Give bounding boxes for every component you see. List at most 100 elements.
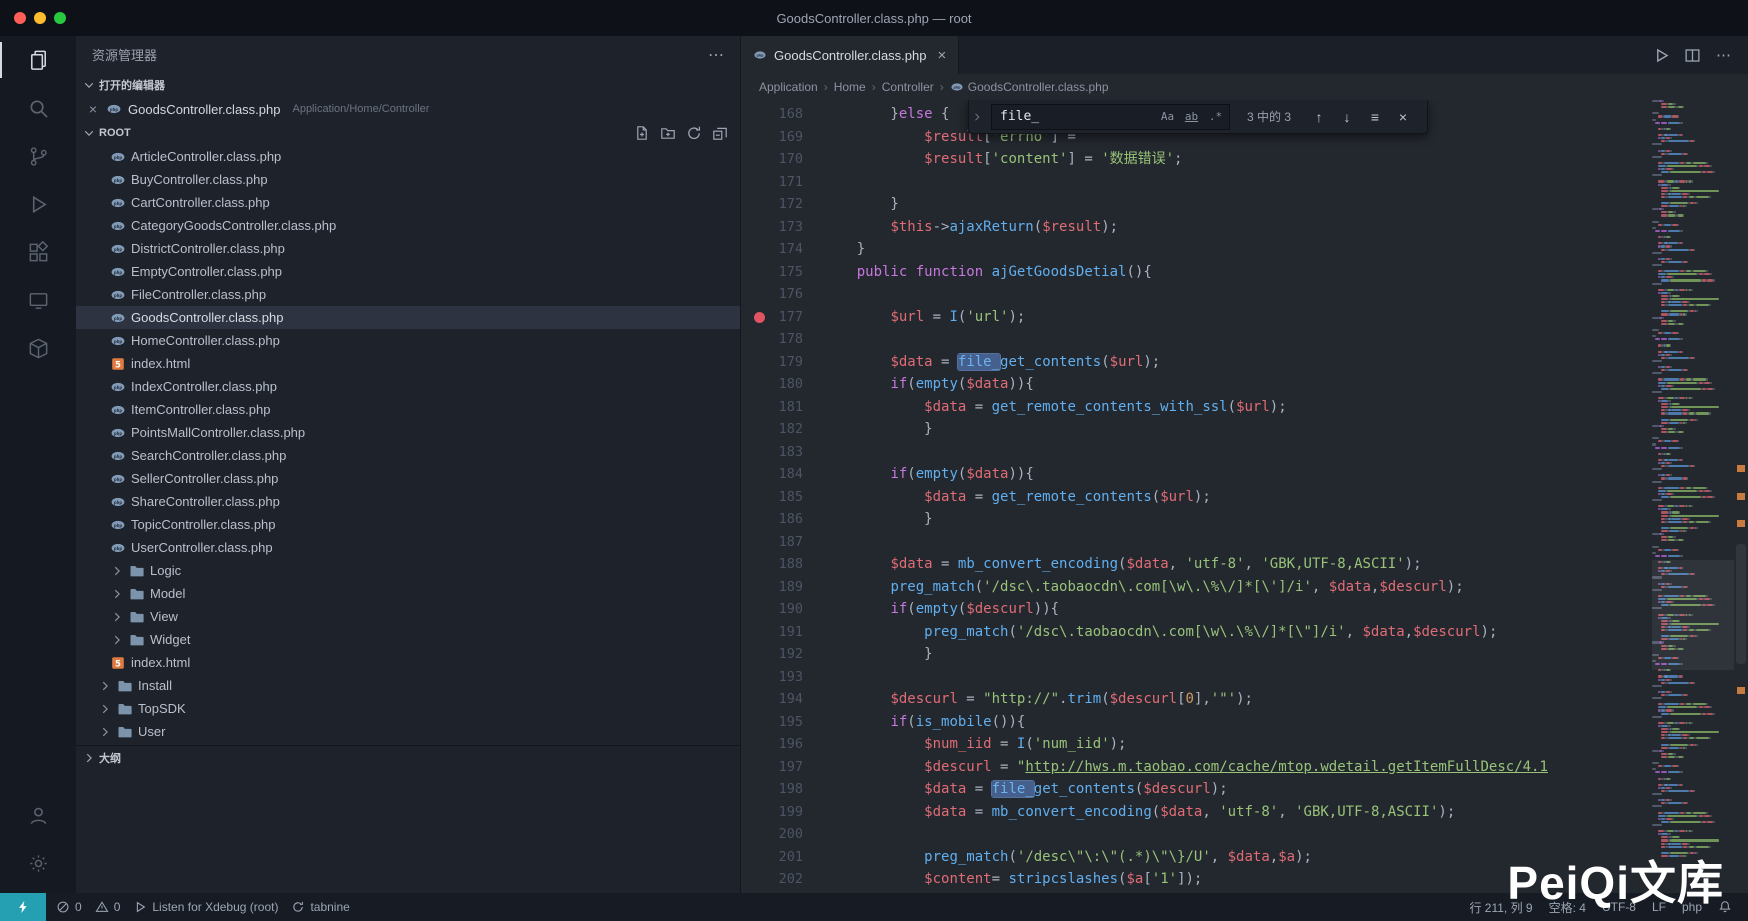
code-text[interactable]: preg_match('/dsc\.taobaocdn\.com[\w\.\%\…: [823, 621, 1497, 644]
code-text[interactable]: }: [823, 418, 933, 441]
tree-item-Logic[interactable]: Logic: [76, 559, 740, 582]
breakpoint-dot[interactable]: [754, 312, 765, 323]
activity-bar-search[interactable]: [0, 84, 76, 132]
breadcrumb-item[interactable]: Application: [759, 80, 818, 94]
outline-header[interactable]: 大纲: [76, 745, 740, 770]
line-number[interactable]: 187: [741, 531, 823, 554]
code-text[interactable]: $url = I('url');: [823, 306, 1025, 329]
status-tabnine[interactable]: tabnine: [291, 900, 349, 914]
code-text[interactable]: $num_iid = I('num_iid');: [823, 733, 1126, 756]
line-number[interactable]: 171: [741, 171, 823, 194]
code-text[interactable]: if(empty($descurl)){: [823, 598, 1059, 621]
code-text[interactable]: $descurl = "http://".trim($descurl[0],'"…: [823, 688, 1253, 711]
line-number[interactable]: 179: [741, 351, 823, 374]
tab-goodscontroller[interactable]: php GoodsController.class.php ×: [741, 36, 959, 74]
line-number[interactable]: 196: [741, 733, 823, 756]
tree-item-ArticleController.class.php[interactable]: phpArticleController.class.php: [76, 145, 740, 168]
code-text[interactable]: $data = file_get_contents($descurl);: [823, 778, 1228, 801]
previous-match-button[interactable]: ↑: [1308, 106, 1330, 128]
code-text[interactable]: [823, 823, 831, 846]
code-text[interactable]: }else {: [823, 103, 949, 126]
close-editor-icon[interactable]: ×: [86, 102, 100, 116]
tree-item-SearchController.class.php[interactable]: phpSearchController.class.php: [76, 444, 740, 467]
code-text[interactable]: [823, 283, 831, 306]
more-actions-button[interactable]: ⋯: [1715, 47, 1732, 64]
code-text[interactable]: $data = get_remote_contents_with_ssl($ur…: [823, 396, 1287, 419]
code-text[interactable]: if(is_mobile()){: [823, 711, 1025, 734]
line-number[interactable]: 194: [741, 688, 823, 711]
minimap-slider[interactable]: [1652, 560, 1734, 670]
line-number[interactable]: 181: [741, 396, 823, 419]
activity-bar-package[interactable]: [0, 324, 76, 372]
tree-item-View[interactable]: View: [76, 605, 740, 628]
scrollbar-thumb[interactable]: [1736, 544, 1746, 664]
line-number[interactable]: 180: [741, 373, 823, 396]
line-number[interactable]: 172: [741, 193, 823, 216]
status-xdebug[interactable]: Listen for Xdebug (root): [133, 900, 278, 914]
line-number[interactable]: 176: [741, 283, 823, 306]
title-bar[interactable]: GoodsController.class.php — root: [0, 0, 1748, 36]
tree-item-UserController.class.php[interactable]: phpUserController.class.php: [76, 536, 740, 559]
tree-item-ItemController.class.php[interactable]: phpItemController.class.php: [76, 398, 740, 421]
activity-bar-run-debug[interactable]: [0, 180, 76, 228]
open-editors-header[interactable]: 打开的编辑器: [76, 73, 740, 97]
new-file-icon[interactable]: [634, 125, 650, 141]
activity-bar-explorer[interactable]: [0, 36, 76, 84]
code-text[interactable]: [823, 666, 831, 689]
code-text[interactable]: $this->ajaxReturn($result);: [823, 216, 1118, 239]
editor-scrollbar[interactable]: [1734, 100, 1748, 893]
find-input[interactable]: file_ Aa ab .*: [991, 104, 1230, 130]
line-number[interactable]: 174: [741, 238, 823, 261]
code-text[interactable]: [823, 531, 831, 554]
close-tab-icon[interactable]: ×: [937, 47, 946, 64]
match-case-toggle[interactable]: Aa: [1158, 107, 1177, 126]
tree-item-CartController.class.php[interactable]: phpCartController.class.php: [76, 191, 740, 214]
activity-bar-extensions[interactable]: [0, 228, 76, 276]
refresh-icon[interactable]: [686, 125, 702, 141]
code-text[interactable]: public function ajGetGoodsDetial(){: [823, 261, 1152, 284]
activity-bar-source-control[interactable]: [0, 132, 76, 180]
line-number[interactable]: 169: [741, 126, 823, 149]
code-text[interactable]: $data = file_get_contents($url);: [823, 351, 1160, 374]
tree-item-CategoryGoodsController.class.php[interactable]: phpCategoryGoodsController.class.php: [76, 214, 740, 237]
line-number[interactable]: 193: [741, 666, 823, 689]
code-text[interactable]: $data = get_remote_contents($url);: [823, 486, 1211, 509]
code-text[interactable]: $data = mb_convert_encoding($data, 'utf-…: [823, 801, 1455, 824]
line-number[interactable]: 189: [741, 576, 823, 599]
line-number[interactable]: 168: [741, 103, 823, 126]
code-text[interactable]: [823, 328, 831, 351]
line-number[interactable]: 188: [741, 553, 823, 576]
tree-item-User[interactable]: User: [76, 720, 740, 743]
activity-bar-remote[interactable]: [0, 276, 76, 324]
close-find-button[interactable]: ×: [1392, 106, 1414, 128]
line-number[interactable]: 200: [741, 823, 823, 846]
code-text[interactable]: }: [823, 193, 899, 216]
code-text[interactable]: $content= stripcslashes($a['1']);: [823, 868, 1202, 891]
code-text[interactable]: }: [823, 238, 865, 261]
zoom-window-button[interactable]: [54, 12, 66, 24]
tree-item-HomeController.class.php[interactable]: phpHomeController.class.php: [76, 329, 740, 352]
code-text[interactable]: }: [823, 643, 933, 666]
line-number[interactable]: 198: [741, 778, 823, 801]
tree-item-FileController.class.php[interactable]: phpFileController.class.php: [76, 283, 740, 306]
sidebar-more-actions-icon[interactable]: ⋯: [708, 45, 724, 65]
tree-item-index.html[interactable]: 5index.html: [76, 352, 740, 375]
open-editor-item[interactable]: × php GoodsController.class.php Applicat…: [76, 97, 740, 121]
tree-item-Install[interactable]: Install: [76, 674, 740, 697]
tree-item-BuyController.class.php[interactable]: phpBuyController.class.php: [76, 168, 740, 191]
code-text[interactable]: preg_match('/desc\"\:\"(.*)\"\}/U', $dat…: [823, 846, 1312, 869]
regex-toggle[interactable]: .*: [1206, 107, 1225, 126]
tree-item-GoodsController.class.php[interactable]: phpGoodsController.class.php: [76, 306, 740, 329]
line-number[interactable]: 195: [741, 711, 823, 734]
activity-bar-account[interactable]: [0, 791, 76, 839]
tree-item-TopSDK[interactable]: TopSDK: [76, 697, 740, 720]
tree-item-PointsMallController.class.php[interactable]: phpPointsMallController.class.php: [76, 421, 740, 444]
line-number[interactable]: 191: [741, 621, 823, 644]
tree-item-index.html[interactable]: 5index.html: [76, 651, 740, 674]
split-editor-button[interactable]: [1684, 47, 1701, 64]
line-number[interactable]: 173: [741, 216, 823, 239]
line-number[interactable]: 197: [741, 756, 823, 779]
activity-bar-settings[interactable]: [0, 839, 76, 887]
tree-item-ShareController.class.php[interactable]: phpShareController.class.php: [76, 490, 740, 513]
line-number[interactable]: 175: [741, 261, 823, 284]
